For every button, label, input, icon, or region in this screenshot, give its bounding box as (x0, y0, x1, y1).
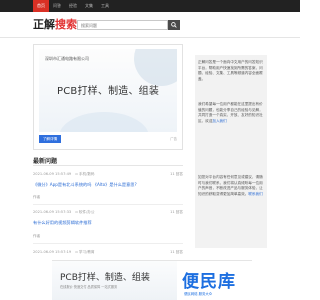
sidebar-paragraph: 如您对平台内容有任何意见或建议，请随时与我们联系，我们将认真倾听每一位用户的声音… (198, 175, 264, 197)
ad-details-button[interactable]: 了解详情 (39, 135, 61, 143)
top-nav: 首页 问答 经验 文集 工具 (33, 0, 113, 12)
sidebar-info-box: 正解问答是一个面向中文用户的问答知识平台，帮助用户快速找到所需的答案，问题、经验… (195, 55, 267, 248)
section-title: 最新问题 (33, 158, 58, 165)
question-category[interactable]: 手机/数码 (79, 172, 95, 176)
question-category[interactable]: 软件/办公 (79, 210, 95, 214)
nav-item-experience[interactable]: 经验 (65, 0, 81, 12)
logo-text-accent: 搜索 (55, 18, 77, 31)
ad-decoration (134, 49, 177, 86)
sidebar-contact-link[interactable]: 联系我们 (248, 192, 262, 196)
question-category[interactable]: 学习/教育 (79, 250, 95, 254)
question-author: 作者 (33, 234, 41, 238)
question-date: 2021-06-09 15:57:49 (33, 172, 72, 176)
ad-decoration (59, 112, 149, 132)
question-meta: 2021-06-09 15:57:33 ▫ 软件/办公 11 回答 (33, 210, 183, 216)
question-divider (33, 243, 183, 244)
answer-count: 11 回答 (170, 210, 183, 214)
banner-title: PCB打样、制造、组装 (60, 273, 150, 283)
answer-count: 11 回答 (170, 250, 183, 254)
answer-count: 11 回答 (170, 172, 183, 176)
search-input[interactable] (77, 20, 168, 30)
ad-company: 深圳市汇通电路有限公司 (45, 56, 89, 61)
nav-item-tools[interactable]: 工具 (97, 0, 113, 12)
sidebar-join-link[interactable]: 加入我们 (212, 119, 226, 123)
question-title[interactable]: 《微分》App是有北斗系统的吗 《Alto》是什么是意思? (33, 182, 137, 188)
question-meta: 2021-06-09 15:57:19 ▫ 学习/教育 11 回答 (33, 250, 183, 256)
nav-item-articles[interactable]: 文集 (81, 0, 97, 12)
sidebar-paragraph: 我们希望每一位用户都能在这里提出有价值的问题，也能分享自己的经验与见解，共同打造… (198, 102, 264, 124)
section-divider (33, 165, 183, 166)
question-date: 2021-06-09 15:57:33 (33, 210, 72, 214)
folder-icon: ▫ (75, 210, 78, 214)
question-title[interactable]: 有什么好用的视频剪辑软件推荐 (33, 220, 92, 226)
brand-tagline: 便民网络 服务大众 (184, 292, 213, 296)
nav-item-home[interactable]: 首页 (33, 0, 49, 12)
ad-title: PCB打样、制造、组装 (57, 86, 160, 97)
sidebar-text: 正解问答是一个面向中文用户的问答知识平台，帮助用户快速找到所需的答案，问题、经验… (198, 60, 263, 81)
question-date: 2021-06-09 15:57:19 (33, 250, 72, 254)
folder-icon: ▫ (75, 172, 78, 176)
question-divider (33, 204, 183, 205)
ad-footer: 了解详情 广告 (39, 132, 177, 148)
sidebar-paragraph: 正解问答是一个面向中文用户的问答知识平台，帮助用户快速找到所需的答案，问题、经验… (198, 60, 264, 82)
question-author: 作者 (33, 195, 41, 199)
folder-icon: ▫ (75, 250, 78, 254)
ad-card[interactable]: 深圳市汇通电路有限公司 PCB打样、制造、组装 了解详情 广告 (33, 44, 183, 150)
sidebar-text: 我们希望每一位用户都能在这里提出有价值的问题，也能分享自己的经验与见解，共同打造… (198, 102, 263, 123)
ad-tag: 广告 (170, 137, 177, 141)
site-logo[interactable]: 正解搜索 (33, 18, 77, 32)
ad-image[interactable]: 深圳市汇通电路有限公司 PCB打样、制造、组装 (39, 49, 177, 132)
site-header: 正解搜索 (0, 12, 300, 38)
brand-logo: 便民库 (182, 272, 236, 292)
search-icon (171, 22, 177, 28)
question-meta: 2021-06-09 15:57:49 ▫ 手机/数码 11 回答 (33, 172, 183, 178)
search-button[interactable] (168, 20, 180, 30)
banner-subtitle: 在线报价 快速交付 品质保障 一站式服务 (60, 285, 118, 289)
logo-text-primary: 正解 (33, 18, 55, 31)
nav-item-qa[interactable]: 问答 (49, 0, 65, 12)
bottom-banner-ad[interactable]: PCB打样、制造、组装 在线报价 快速交付 品质保障 一站式服务 便民库 便民网… (52, 260, 252, 300)
